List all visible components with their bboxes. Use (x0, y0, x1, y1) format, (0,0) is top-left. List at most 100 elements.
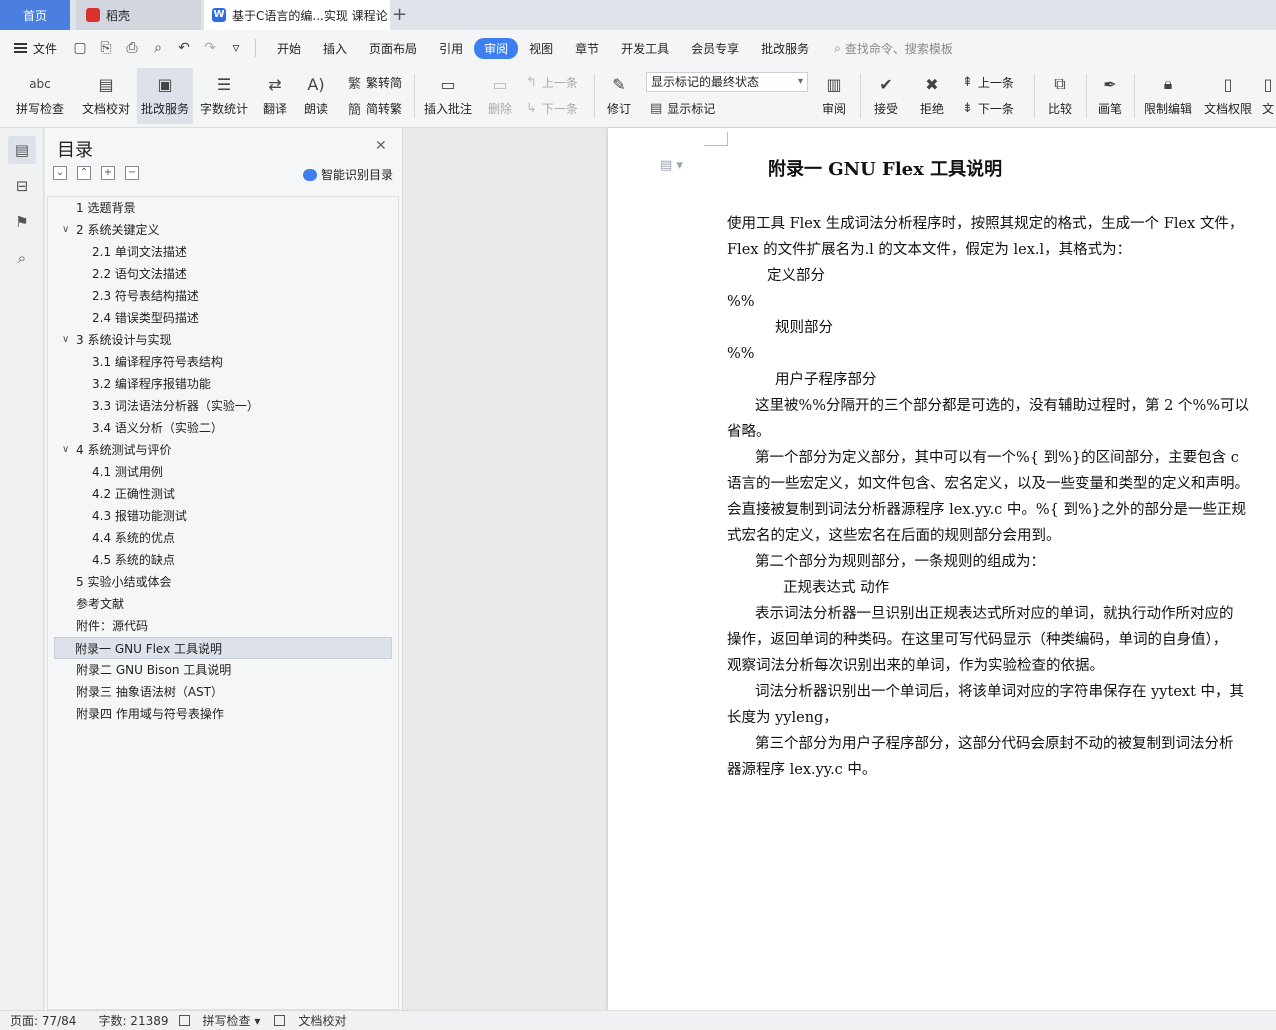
grading-button[interactable]: ▣ 批改服务 (137, 68, 193, 124)
toc-item[interactable]: 4.3 报错功能测试 (48, 505, 398, 527)
restrict-edit-button[interactable]: 🔒︎ 限制编辑 (1140, 68, 1196, 124)
menu-page-layout[interactable]: 页面布局 (358, 38, 428, 59)
customize-icon[interactable]: ▿ (227, 40, 245, 56)
document-line: 式宏名的定义，这些宏名在后面的规则部分会用到。 (727, 528, 1061, 544)
add-heading-icon[interactable]: + (101, 166, 115, 180)
read-aloud-button[interactable]: A) 朗读 (299, 68, 333, 124)
expand-all-icon[interactable]: ⌄ (53, 166, 67, 180)
remove-heading-icon[interactable]: − (125, 166, 139, 180)
trad-to-simp-button[interactable]: 繁 繁转简 (348, 72, 402, 92)
pen-button[interactable]: ✒ 画笔 (1092, 68, 1128, 124)
menu-references[interactable]: 引用 (428, 38, 474, 59)
toc-item[interactable]: 3.3 词法语法分析器（实验一） (48, 395, 398, 417)
toc-item[interactable]: ∨ 3 系统设计与实现 (48, 329, 398, 351)
doc-check-icon: ▤ (98, 74, 114, 94)
show-markup-button[interactable]: ▤ 显示标记 (650, 98, 715, 118)
menu-member[interactable]: 会员专享 (680, 38, 750, 59)
spellcheck-status-label: 拼写检查 (202, 1014, 251, 1028)
print-preview-icon[interactable]: ⌕ (149, 40, 167, 56)
reject-button[interactable]: ✖ 拒绝 (912, 68, 952, 124)
spellcheck-toggle[interactable]: 拼写检查 ▾ (178, 1012, 260, 1029)
menu-grading[interactable]: 批改服务 (750, 38, 820, 59)
page-indicator[interactable]: 页面: 77/84 (10, 1012, 76, 1029)
search-placeholder: 查找命令、搜索模板 (844, 41, 953, 56)
file-menu[interactable]: 文件 (14, 40, 57, 57)
insert-comment-button[interactable]: ▭ 插入批注 (420, 68, 476, 124)
toc-item[interactable]: 3.4 语义分析（实验二） (48, 417, 398, 439)
command-search[interactable]: ⌕ 查找命令、搜索模板 (834, 40, 953, 57)
compare-button[interactable]: ⧉ 比较 (1040, 68, 1080, 124)
prev-change-button[interactable]: ⇞ 上一条 (962, 72, 1014, 92)
toc-item[interactable]: 1 选题背景 (48, 197, 398, 219)
toc-item[interactable]: 参考文献 (48, 593, 398, 615)
toc-item[interactable]: 2.2 语句文法描述 (48, 263, 398, 285)
toc-item[interactable]: 4.4 系统的优点 (48, 527, 398, 549)
menu-chapter[interactable]: 章节 (564, 38, 610, 59)
toc-item[interactable]: 附录三 抽象语法树（AST） (48, 681, 398, 703)
document-page[interactable]: ▤ ▾ 附录一 GNU Flex 工具说明 使用工具 Flex 生成词法分析程序… (608, 128, 1276, 1010)
tab-daoke[interactable]: 稻壳 (76, 0, 201, 30)
add-tab-button[interactable]: + (392, 4, 407, 25)
toc-item[interactable]: 3.1 编译程序符号表结构 (48, 351, 398, 373)
revise-button[interactable]: ✎ 修订 (600, 68, 638, 124)
toc-item[interactable]: 3.2 编译程序报错功能 (48, 373, 398, 395)
toc-item[interactable]: 2.1 单词文法描述 (48, 241, 398, 263)
undo-icon[interactable]: ↶ (175, 40, 193, 56)
print-icon[interactable]: ⎙ (123, 40, 141, 56)
search-icon[interactable]: ⌕ (8, 244, 36, 272)
doc-check-button[interactable]: ▤ 文档校对 (78, 68, 134, 124)
next-change-button[interactable]: ⇟ 下一条 (962, 98, 1014, 118)
word-count-indicator[interactable]: 字数: 21389 (98, 1012, 168, 1029)
toc-item[interactable]: 2.3 符号表结构描述 (48, 285, 398, 307)
redo-icon[interactable]: ↷ (201, 40, 219, 56)
review-pane-button[interactable]: ▥ 审阅 (814, 68, 854, 124)
navigation-icon[interactable]: ⊟ (8, 172, 36, 200)
toc-item[interactable]: 4.2 正确性测试 (48, 483, 398, 505)
paragraph-menu-icon[interactable]: ▤ ▾ (660, 158, 683, 173)
delete-comment-button[interactable]: ▭ 删除 (480, 68, 520, 124)
toc-item[interactable]: 附录二 GNU Bison 工具说明 (48, 659, 398, 681)
toc-item[interactable]: 附件：源代码 (48, 615, 398, 637)
export-pdf-icon[interactable]: ⎘ (97, 40, 115, 56)
word-count-button[interactable]: ☰ 字数统计 (196, 68, 252, 124)
toc-item[interactable]: 4.5 系统的缺点 (48, 549, 398, 571)
chevron-down-icon[interactable]: ∨ (62, 329, 69, 351)
spellcheck-button[interactable]: abc 拼写检查 (8, 68, 72, 124)
toc-panel-icon[interactable]: ▤ (8, 136, 36, 164)
menu-developer[interactable]: 开发工具 (610, 38, 680, 59)
save-icon[interactable]: ▢ (71, 40, 89, 56)
menu-view[interactable]: 视图 (518, 38, 564, 59)
menu-start[interactable]: 开始 (266, 38, 312, 59)
tab-document[interactable]: W 基于C语言的编...实现 课程论 (204, 0, 390, 30)
insert-comment-icon: ▭ (440, 74, 456, 94)
document-line: 省略。 (727, 424, 771, 440)
toc-item-label: 2 系统关键定义 (76, 223, 160, 237)
simp-to-trad-button[interactable]: 簡 简转繁 (348, 98, 402, 118)
bookmark-icon[interactable]: ⚑ (8, 208, 36, 236)
doc-permission-button[interactable]: ▯ 文档权限 (1200, 68, 1256, 124)
menu-insert[interactable]: 插入 (312, 38, 358, 59)
accept-button[interactable]: ✔ 接受 (866, 68, 906, 124)
next-comment-button[interactable]: ↳ 下一条 (526, 98, 578, 118)
document-body[interactable]: 使用工具 Flex 生成词法分析程序时，按照其规定的格式，生成一个 Flex 文… (727, 211, 1276, 783)
chevron-down-icon[interactable]: ∨ (62, 219, 69, 241)
markup-state-select[interactable]: 显示标记的最终状态 (646, 72, 808, 92)
more-ribbon-button[interactable]: ▯ 文 (1260, 68, 1276, 124)
toc-item[interactable]: 2.4 错误类型码描述 (48, 307, 398, 329)
proofread-toggle[interactable]: 文档校对 (274, 1012, 346, 1029)
toc-item[interactable]: ∨ 4 系统测试与评价 (48, 439, 398, 461)
toc-item[interactable]: 5 实验小结或体会 (48, 571, 398, 593)
smart-toc-button[interactable]: 智能识别目录 (303, 166, 393, 183)
chevron-down-icon[interactable]: ∨ (62, 439, 69, 461)
read-aloud-icon: A) (307, 74, 325, 94)
menu-review[interactable]: 审阅 (474, 37, 519, 59)
toc-item[interactable]: 附录四 作用域与符号表操作 (48, 703, 398, 725)
collapse-all-icon[interactable]: ⌃ (77, 166, 91, 180)
toc-item[interactable]: ∨ 2 系统关键定义 (48, 219, 398, 241)
tab-home[interactable]: 首页 (0, 0, 70, 30)
translate-button[interactable]: ⇄ 翻译 (255, 68, 295, 124)
close-icon[interactable]: ✕ (375, 138, 387, 154)
toc-item[interactable]: 附录一 GNU Flex 工具说明 (54, 637, 392, 659)
prev-comment-button[interactable]: ↰ 上一条 (526, 72, 578, 92)
toc-item[interactable]: 4.1 测试用例 (48, 461, 398, 483)
